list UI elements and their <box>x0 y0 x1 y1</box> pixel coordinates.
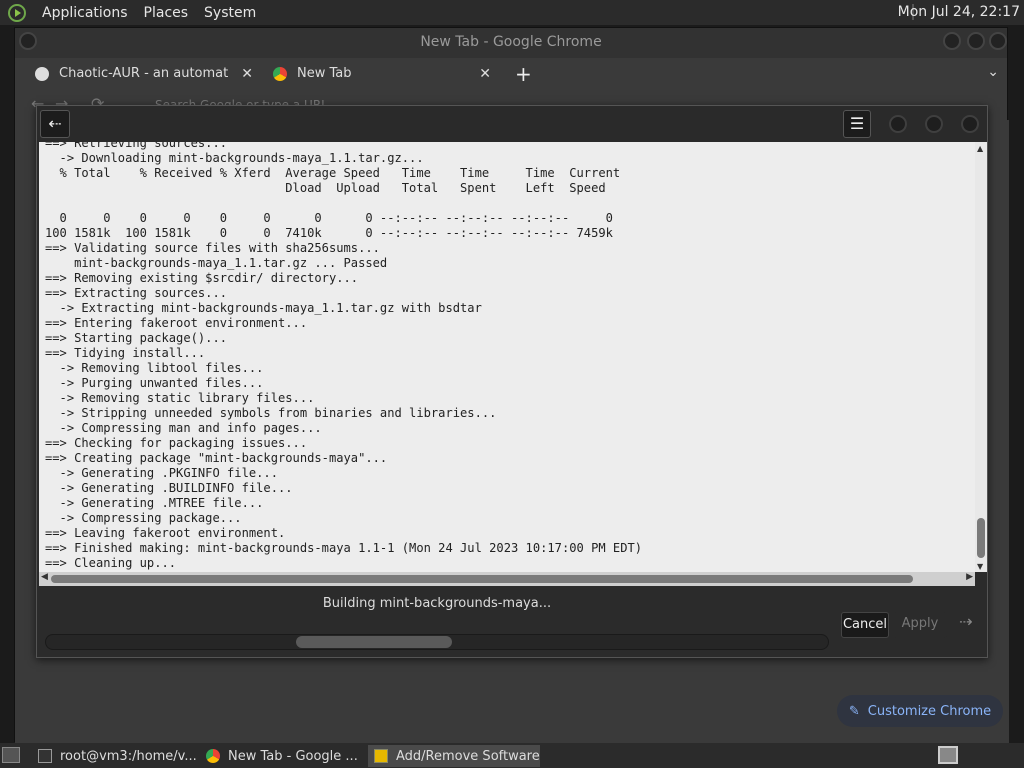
maximize-button[interactable] <box>967 32 985 50</box>
tab-chaotic-aur[interactable]: Chaotic-AUR - an automated b ✕ <box>35 58 253 90</box>
task-label: Add/Remove Software <box>396 748 540 764</box>
close-tab-icon[interactable]: ✕ <box>479 59 491 89</box>
scroll-left-icon[interactable]: ◀ <box>41 572 48 582</box>
horizontal-scrollbar[interactable]: ◀ ▶ <box>39 572 975 586</box>
menu-system[interactable]: System <box>196 5 264 21</box>
horizontal-scroll-thumb[interactable] <box>51 575 913 583</box>
new-tab-button[interactable]: + <box>515 62 532 86</box>
vertical-scroll-thumb[interactable] <box>977 518 985 558</box>
dialog-minimize-button[interactable] <box>889 115 907 133</box>
chrome-icon <box>206 749 220 763</box>
show-desktop-icon[interactable] <box>2 747 20 763</box>
scroll-up-icon[interactable]: ▲ <box>977 144 983 153</box>
chrome-titlebar: New Tab - Google Chrome <box>15 28 1007 58</box>
hamburger-menu-button[interactable]: ☰ <box>843 110 871 138</box>
add-remove-software-dialog: ⇠ ☰ ==> Retrieving sources... -> Downloa… <box>36 105 988 658</box>
tab-label: New Tab <box>297 66 352 81</box>
task-label: New Tab - Google ... <box>228 748 358 764</box>
terminal-text: ==> Retrieving sources... -> Downloading… <box>45 142 643 570</box>
customize-chrome-label: Customize Chrome <box>867 703 992 719</box>
close-window-button[interactable] <box>989 32 1007 50</box>
pencil-icon: ✎ <box>848 703 860 719</box>
terminal-icon <box>38 749 52 763</box>
task-add-remove-software[interactable]: Add/Remove Software <box>368 745 540 767</box>
apply-button[interactable]: Apply <box>893 612 947 638</box>
tab-new-tab[interactable]: New Tab ✕ <box>273 58 491 90</box>
build-output-terminal[interactable]: ==> Retrieving sources... -> Downloading… <box>39 142 975 572</box>
cancel-button[interactable]: Cancel <box>841 612 889 638</box>
scroll-right-icon[interactable]: ▶ <box>966 572 973 582</box>
task-label: root@vm3:/home/v... <box>60 748 197 764</box>
dialog-maximize-button[interactable] <box>925 115 943 133</box>
progress-pulse <box>296 636 452 648</box>
build-status-text: Building mint-backgrounds-maya... <box>322 596 552 611</box>
menu-places[interactable]: Places <box>136 5 197 21</box>
taskbar: root@vm3:/home/v... New Tab - Google ...… <box>0 743 1024 768</box>
tab-strip: Chaotic-AUR - an automated b ✕ New Tab ✕… <box>15 58 1007 90</box>
package-icon <box>374 749 388 763</box>
build-progress-bar <box>45 634 829 650</box>
window-menu-button[interactable] <box>19 32 37 50</box>
minimize-button[interactable] <box>943 32 961 50</box>
distro-logo-icon[interactable] <box>8 3 26 22</box>
tab-search-chevron-icon[interactable]: ⌄ <box>987 64 999 80</box>
scroll-down-icon[interactable]: ▼ <box>977 562 983 571</box>
top-panel: Applications Places System Mon Jul 24, 2… <box>0 0 1024 25</box>
menu-applications[interactable]: Applications <box>34 5 136 21</box>
chrome-window-title: New Tab - Google Chrome <box>420 34 602 50</box>
vertical-scrollbar[interactable]: ▲ ▼ <box>975 142 987 572</box>
dialog-close-button[interactable] <box>961 115 979 133</box>
chrome-icon <box>273 67 287 81</box>
clock[interactable]: Mon Jul 24, 22:17 <box>898 4 1020 20</box>
close-tab-icon[interactable]: ✕ <box>241 59 253 89</box>
next-arrow-icon[interactable]: ⇢ <box>959 612 972 631</box>
task-chrome[interactable]: New Tab - Google ... <box>200 745 368 767</box>
globe-icon <box>35 67 49 81</box>
dialog-header: ⇠ ☰ <box>37 106 987 142</box>
back-button[interactable]: ⇠ <box>40 110 70 138</box>
workspace-switcher[interactable] <box>938 746 958 764</box>
tab-label: Chaotic-AUR - an automated b <box>59 66 229 81</box>
customize-chrome-button[interactable]: ✎ Customize Chrome <box>837 695 1003 727</box>
task-terminal[interactable]: root@vm3:/home/v... <box>32 745 200 767</box>
